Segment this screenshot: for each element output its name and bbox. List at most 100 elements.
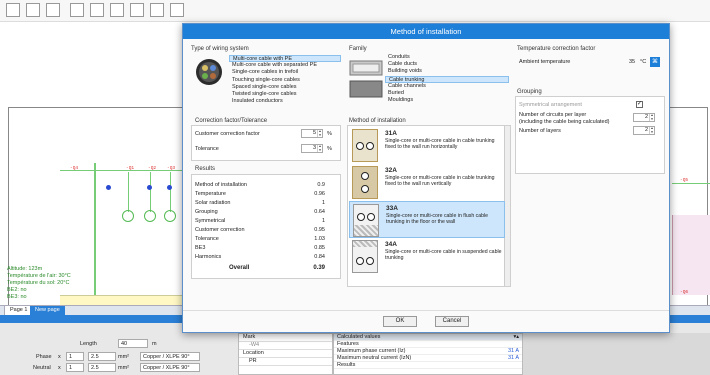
phase-cable-select[interactable]: Copper / XLPE 90° xyxy=(140,352,200,361)
phase-count-input[interactable]: 1 xyxy=(66,352,84,361)
highlight-zone xyxy=(60,295,182,305)
wiring-item-touching[interactable]: Touching single-core cables xyxy=(229,77,341,84)
result-row: Tolerance 1.03 xyxy=(195,236,325,242)
lamp-symbol-icon[interactable] xyxy=(130,3,144,17)
schematic-label: -Q2 xyxy=(148,166,157,171)
fuse-symbol-icon[interactable] xyxy=(46,3,60,17)
protection-node[interactable] xyxy=(147,185,152,190)
ambient-temperature-unit: °C xyxy=(640,59,647,65)
trunking-flush-icon xyxy=(353,204,379,237)
family-item-cable-channels[interactable]: Cable channels xyxy=(385,83,509,90)
wiring-system-group: Multi-core cable with PE Multi-core cabl… xyxy=(191,54,341,112)
schematic-label: -Q5 xyxy=(680,178,689,183)
circuits-stepper[interactable]: 2 ▴ ▾ xyxy=(633,113,655,122)
wiring-item-insulated[interactable]: Insulated conductors xyxy=(229,98,341,105)
cancel-button[interactable]: Cancel xyxy=(435,316,469,327)
load-circle[interactable] xyxy=(164,210,176,222)
result-row: Customer correction 0.95 xyxy=(195,227,325,233)
correction-title: Correction factor/Tolerance xyxy=(195,118,268,124)
trunking-suspended-icon xyxy=(352,240,378,273)
family-item-conduits[interactable]: Conduits xyxy=(385,54,509,61)
calc-title: Calculated values xyxy=(337,334,381,340)
app-toolbar xyxy=(0,0,710,22)
breaker-symbol-icon[interactable] xyxy=(26,3,40,17)
neutral-label: Neutral xyxy=(33,365,51,371)
wiring-system-title: Type of wiring system xyxy=(191,46,249,52)
cable-symbol-icon[interactable] xyxy=(170,3,184,17)
grouping-title: Grouping xyxy=(517,89,542,95)
schematic-label: -Q4 xyxy=(70,166,79,171)
calculator-icon[interactable]: ⌘ xyxy=(650,57,660,67)
altitude-label: Altitude: 123m xyxy=(7,266,43,272)
cable-trunking-icon xyxy=(349,60,383,98)
trunking-horizontal-icon xyxy=(352,129,378,162)
family-item-building-voids[interactable]: Building voids xyxy=(385,68,509,75)
neutral-unit: mm² xyxy=(118,365,129,371)
pink-zone xyxy=(672,215,710,295)
result-row: Temperature 0.96 xyxy=(195,191,325,197)
family-item-buried[interactable]: Buried xyxy=(385,90,509,97)
neutral-section-select[interactable]: 2.5 xyxy=(88,363,116,372)
calculated-values-panel: Calculated values ▾▴ Features Maximum ph… xyxy=(333,333,523,375)
method-of-installation-dialog: Method of installation Type of wiring sy… xyxy=(182,23,670,333)
method-item-32a[interactable]: 32A Single-core or multi-core cable in c… xyxy=(349,164,505,201)
customer-correction-stepper[interactable]: 5 ▴ ▾ xyxy=(301,129,323,138)
length-unit: m xyxy=(152,341,157,347)
calc-header[interactable]: Calculated values ▾▴ xyxy=(334,334,522,341)
ambient-temperature-value[interactable]: 35 xyxy=(629,59,635,65)
symmetrical-checkbox[interactable]: ✓ xyxy=(636,101,643,108)
result-row: Harmonics 0.84 xyxy=(195,254,325,260)
switch-symbol-icon[interactable] xyxy=(6,3,20,17)
calc-row: Maximum neutral current (IzN) 31 A xyxy=(334,355,522,362)
wiring-item-multi-core-separated-pe[interactable]: Multi-core cable with separated PE xyxy=(229,62,341,69)
load-circle[interactable] xyxy=(144,210,156,222)
mark-value[interactable]: -W4 xyxy=(239,342,332,350)
result-row: Grouping 0.64 xyxy=(195,209,325,215)
length-input[interactable]: 40 xyxy=(118,339,148,348)
neutral-cable-select[interactable]: Copper / XLPE 90° xyxy=(140,363,200,372)
wiring-item-twisted[interactable]: Twisted single-core cables xyxy=(229,91,341,98)
calc-row: Maximum phase current (Iz) 31 A xyxy=(334,348,522,355)
layers-stepper[interactable]: 2 ▴ ▾ xyxy=(633,126,655,135)
results-title: Results xyxy=(195,166,216,172)
tolerance-stepper[interactable]: 3 ▴ ▾ xyxy=(301,144,323,153)
load-symbol-icon[interactable] xyxy=(90,3,104,17)
family-title: Family xyxy=(349,46,367,52)
phase-section-select[interactable]: 2.5 xyxy=(88,352,116,361)
transformer-symbol-icon[interactable] xyxy=(70,3,84,17)
soil-temp-label: Température du sol: 20°C xyxy=(7,280,70,286)
method-item-34a[interactable]: 34A Single-core or multi-core cable in s… xyxy=(349,238,505,275)
method-item-33a[interactable]: 33A Single-core or multi-core cable in f… xyxy=(349,201,505,238)
symmetrical-arrangement-label: Symmetrical arrangement xyxy=(519,102,582,108)
protection-node[interactable] xyxy=(106,185,111,190)
motor-symbol-icon[interactable] xyxy=(110,3,124,17)
wiring-item-multi-core-pe[interactable]: Multi-core cable with PE xyxy=(229,55,341,63)
ok-button[interactable]: OK xyxy=(383,316,417,327)
be2-label: BE2: no xyxy=(7,287,27,293)
schematic-label: -Q3 xyxy=(167,166,176,171)
phase-unit: mm² xyxy=(118,354,129,360)
socket-symbol-icon[interactable] xyxy=(150,3,164,17)
neutral-multiplier: x xyxy=(58,365,61,371)
family-item-mouldings[interactable]: Mouldings xyxy=(385,97,509,104)
schematic-label: -Q1 xyxy=(126,166,135,171)
length-label: Length xyxy=(80,341,97,347)
circuits-label: Number of circuits per layer xyxy=(519,112,587,118)
family-item-cable-trunking[interactable]: Cable trunking xyxy=(385,75,509,83)
family-item-cable-ducts[interactable]: Cable ducts xyxy=(385,61,509,68)
protection-node[interactable] xyxy=(167,185,172,190)
result-row: Solar radiation 1 xyxy=(195,200,325,206)
ambient-temperature-label: Ambient temperature xyxy=(519,59,571,65)
wiring-item-trefoil[interactable]: Single-core cables in trefoil xyxy=(229,69,341,76)
method-item-31a[interactable]: 31A Single-core or multi-core cable in c… xyxy=(349,127,505,164)
pin-icon[interactable]: ▾▴ xyxy=(513,334,519,340)
location-value[interactable]: PR xyxy=(239,358,332,366)
circuits-sublabel: (including the cable being calculated) xyxy=(519,119,610,125)
neutral-count-input[interactable]: 1 xyxy=(66,363,84,372)
phase-multiplier: x xyxy=(58,354,61,360)
phase-label: Phase xyxy=(36,354,52,360)
wiring-item-spaced[interactable]: Spaced single-core cables xyxy=(229,84,341,91)
load-circle[interactable] xyxy=(122,210,134,222)
calc-row: Features xyxy=(334,341,522,348)
result-row: Symmetrical 1 xyxy=(195,218,325,224)
